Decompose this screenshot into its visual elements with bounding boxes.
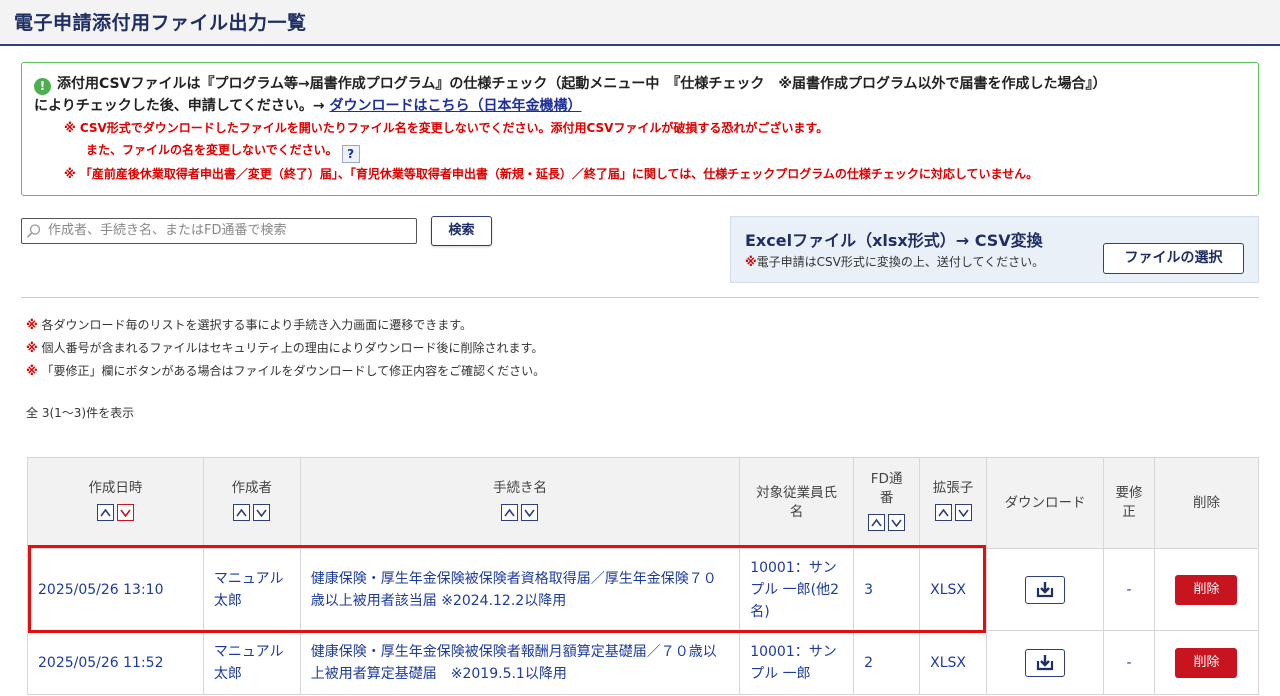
sort-desc-icon[interactable] — [954, 504, 972, 521]
cell-employee[interactable]: 10001：サンプル 一郎(他2名) — [739, 548, 855, 631]
sort-asc-icon[interactable] — [233, 504, 251, 521]
col-fix: 要修正 — [1103, 457, 1155, 549]
cell-delete: 削除 — [1153, 548, 1260, 631]
cell-delete: 削除 — [1153, 630, 1260, 695]
divider — [21, 297, 1259, 298]
table-row[interactable]: 2025/05/26 13:10 マニュアル太郎 健康保険・厚生年金保険被保険者… — [27, 548, 1260, 631]
download-link[interactable]: ダウンロードはこちら（日本年金機構） — [329, 98, 581, 114]
search-icon — [26, 224, 41, 238]
cell-date[interactable]: 2025/05/26 11:52 — [27, 630, 204, 695]
table-row[interactable]: 2025/05/26 11:52 マニュアル太郎 健康保険・厚生年金保険被保険者… — [27, 630, 1260, 695]
sort-desc-icon[interactable] — [888, 513, 906, 531]
cell-ext[interactable]: XLSX — [919, 630, 988, 695]
sort-asc-icon[interactable] — [501, 504, 519, 521]
note-mark: ※ — [26, 318, 38, 332]
col-employee-label: 対象従業員氏名 — [756, 485, 838, 520]
download-icon — [1036, 581, 1054, 597]
sort-asc-icon[interactable] — [96, 504, 114, 521]
cell-date[interactable]: 2025/05/26 13:10 — [27, 548, 204, 631]
sort-controls — [934, 504, 972, 521]
cell-creator[interactable]: マニュアル太郎 — [202, 548, 301, 631]
col-procedure-label: 手続き名 — [492, 480, 547, 496]
info-icon: ! — [34, 78, 51, 95]
col-delete: 削除 — [1153, 457, 1260, 549]
cell-fix: - — [1103, 630, 1155, 695]
col-employee: 対象従業員氏名 — [739, 457, 855, 549]
note-mark: ※ — [26, 364, 38, 378]
cell-download — [986, 548, 1105, 631]
col-date: 作成日時 — [27, 457, 204, 549]
warning-leave: ※ 「産前産後休業取得者申出書／変更（終了）届」、「育児休業等取得者申出書（新規… — [64, 167, 1039, 181]
cell-procedure[interactable]: 健康保険・厚生年金保険被保険者資格取得届／厚生年金保険７０歳以上被用者該当届 ※… — [299, 548, 741, 631]
csv-convert-panel: Excelファイル（xlsx形式）→ CSV変換 ※電子申請はCSV形式に変換の… — [730, 216, 1259, 283]
convert-note-text: 電子申請はCSV形式に変換の上、送付してください。 — [756, 255, 1045, 269]
page-header: 電子申請添付用ファイル出力一覧 — [0, 0, 1280, 46]
file-select-button[interactable]: ファイルの選択 — [1103, 243, 1244, 274]
notes-list: ※ 各ダウンロード毎のリストを選択する事により手続き入力画面に遷移できます。 ※… — [26, 314, 545, 383]
col-creator: 作成者 — [202, 457, 301, 549]
help-icon[interactable]: ? — [341, 145, 360, 163]
sort-asc-icon[interactable] — [868, 513, 886, 531]
result-count: 全 3(1～3)件を表示 — [26, 406, 135, 420]
delete-button[interactable]: 削除 — [1175, 647, 1238, 678]
notice-box: ! 添付用CSVファイルは『プログラム等→届書作成プログラム』の仕様チェック（起動… — [21, 62, 1259, 196]
cell-procedure[interactable]: 健康保険・厚生年金保険被保険者報酬月額算定基礎届／７０歳以上被用者算定基礎届 ※… — [299, 630, 741, 695]
sort-controls — [96, 504, 134, 521]
note-item: ※ 各ダウンロード毎のリストを選択する事により手続き入力画面に遷移できます。 — [26, 314, 545, 337]
col-download: ダウンロード — [986, 457, 1105, 549]
note-text: 個人番号が含まれるファイルはセキュリティ上の理由によりダウンロード後に削除されま… — [37, 341, 544, 355]
sort-desc-icon[interactable] — [521, 504, 539, 521]
warning-csv: ※ CSV形式でダウンロードしたファイルを開いたりファイル名を変更しないでくださ… — [64, 121, 829, 135]
cell-fix: - — [1103, 548, 1155, 631]
cell-download — [986, 630, 1105, 695]
sort-desc-icon[interactable] — [253, 504, 271, 521]
download-icon — [1036, 654, 1054, 670]
warning-filename-text: また、ファイルの名を変更しないでください。 — [86, 143, 338, 157]
cell-ext[interactable]: XLSX — [919, 548, 988, 631]
sort-asc-icon[interactable] — [934, 504, 952, 521]
notice-line1: 添付用CSVファイルは『プログラム等→届書作成プログラム』の仕様チェック（起動メ… — [57, 76, 1107, 92]
note-text: 「要修正」欄にボタンがある場合はファイルをダウンロードして修正内容をご確認くださ… — [37, 364, 546, 378]
note-item: ※ 個人番号が含まれるファイルはセキュリティ上の理由によりダウンロード後に削除さ… — [26, 337, 545, 360]
download-button[interactable] — [1025, 648, 1066, 677]
col-ext-label: 拡張子 — [932, 480, 974, 496]
cell-creator[interactable]: マニュアル太郎 — [202, 630, 301, 695]
table-header-row: 作成日時 作成者 手続き名 対象従業員氏名 FD通番 拡張子 ダウンロード 要修… — [27, 457, 1260, 549]
sort-desc-icon[interactable] — [116, 504, 134, 521]
notice-text: ! 添付用CSVファイルは『プログラム等→届書作成プログラム』の仕様チェック（起動… — [34, 73, 1246, 117]
col-creator-label: 作成者 — [231, 480, 273, 496]
note-text: 各ダウンロード毎のリストを選択する事により手続き入力画面に遷移できます。 — [37, 318, 473, 332]
warning-filename: また、ファイルの名を変更しないでください。? — [34, 139, 1246, 163]
col-fd-label: FD通番 — [870, 470, 903, 506]
col-fd: FD通番 — [853, 457, 921, 549]
cell-fd[interactable]: 3 — [853, 548, 921, 631]
sort-controls — [868, 513, 906, 531]
col-ext: 拡張子 — [919, 457, 988, 549]
note-item: ※ 「要修正」欄にボタンがある場合はファイルをダウンロードして修正内容をご確認く… — [26, 360, 545, 383]
note-mark: ※ — [745, 255, 757, 269]
delete-button[interactable]: 削除 — [1175, 574, 1238, 605]
page-title: 電子申請添付用ファイル出力一覧 — [14, 12, 307, 34]
note-mark: ※ — [26, 341, 38, 355]
cell-fd[interactable]: 2 — [853, 630, 921, 695]
search-button[interactable]: 検索 — [431, 216, 492, 246]
search-input[interactable]: 作成者、手続き名、またはFD通番で検索 — [21, 218, 417, 244]
col-date-label: 作成日時 — [88, 480, 143, 496]
cell-employee[interactable]: 10001：サンプル 一郎 — [739, 630, 855, 695]
notice-line2: によりチェックした後、申請してください。→ — [34, 98, 330, 114]
col-procedure: 手続き名 — [299, 457, 741, 549]
download-button[interactable] — [1025, 575, 1066, 604]
sort-controls — [501, 504, 539, 521]
sort-controls — [233, 504, 271, 521]
file-list-table: 作成日時 作成者 手続き名 対象従業員氏名 FD通番 拡張子 ダウンロード 要修… — [27, 457, 1260, 695]
